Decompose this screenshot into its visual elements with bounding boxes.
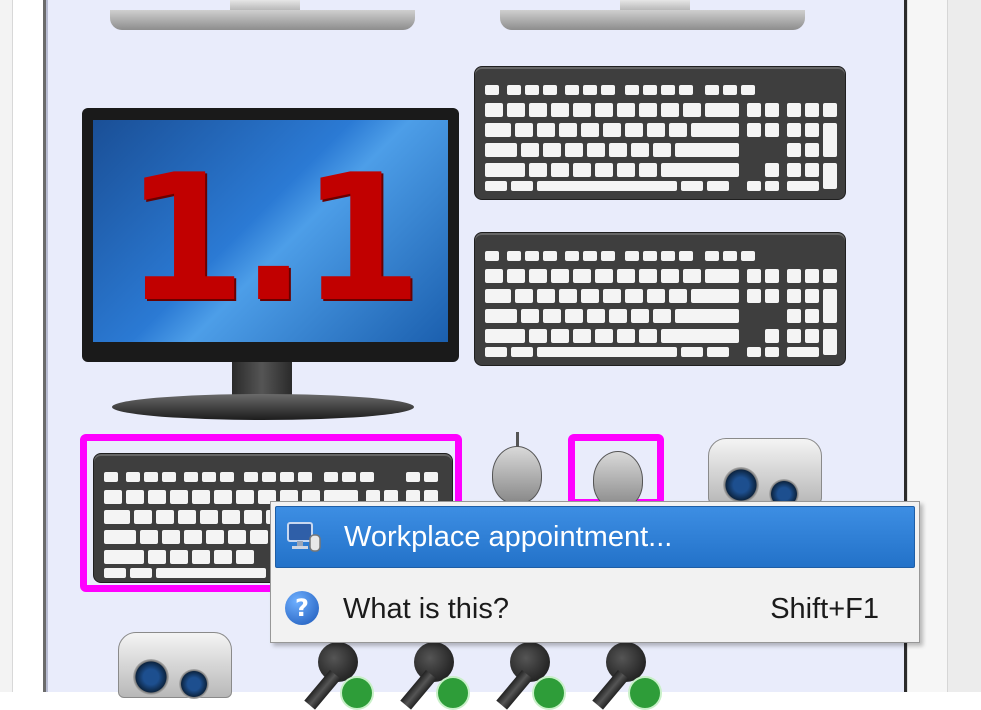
monitor-base	[112, 394, 414, 420]
keyboard-device[interactable]	[474, 66, 846, 200]
status-badge-icon	[340, 676, 374, 710]
projector-device[interactable]	[118, 632, 232, 699]
keyboard-keys-icon	[485, 85, 837, 191]
help-icon: ?	[285, 591, 321, 627]
status-badge-icon	[628, 676, 662, 710]
projector-lens-icon	[179, 669, 209, 699]
menu-item-label: Workplace appointment...	[344, 520, 673, 553]
status-badge-icon	[532, 676, 566, 710]
left-gap	[13, 0, 43, 692]
context-menu: Workplace appointment... ? What is this?…	[270, 501, 920, 643]
menu-item-workplace-appointment[interactable]: Workplace appointment...	[275, 506, 915, 568]
projector-device[interactable]	[708, 438, 822, 509]
mouse-device[interactable]	[492, 446, 542, 504]
workplace-icon	[286, 519, 322, 555]
menu-item-shortcut: Shift+F1	[770, 592, 879, 625]
monitor-stand-partial-1[interactable]	[110, 0, 415, 34]
status-badge-icon	[436, 676, 470, 710]
microphone-device[interactable]	[300, 640, 380, 710]
monitor-stand-partial-2[interactable]	[500, 0, 805, 34]
microphone-device[interactable]	[396, 640, 476, 710]
scrollbar-track[interactable]	[947, 0, 981, 692]
microphone-device[interactable]	[492, 640, 572, 710]
left-window-edge	[0, 0, 13, 692]
monitor-label: 1.1	[124, 138, 422, 341]
keyboard-device[interactable]	[474, 232, 846, 366]
keyboard-keys-icon	[485, 251, 837, 357]
menu-item-label: What is this?	[343, 592, 509, 625]
projector-lens-icon	[133, 659, 169, 695]
menu-item-what-is-this[interactable]: ? What is this? Shift+F1	[275, 578, 915, 640]
projector-lens-icon	[723, 467, 759, 503]
microphone-device[interactable]	[588, 640, 668, 710]
monitor-neck	[232, 362, 292, 396]
selected-mouse-highlight[interactable]	[568, 434, 664, 509]
